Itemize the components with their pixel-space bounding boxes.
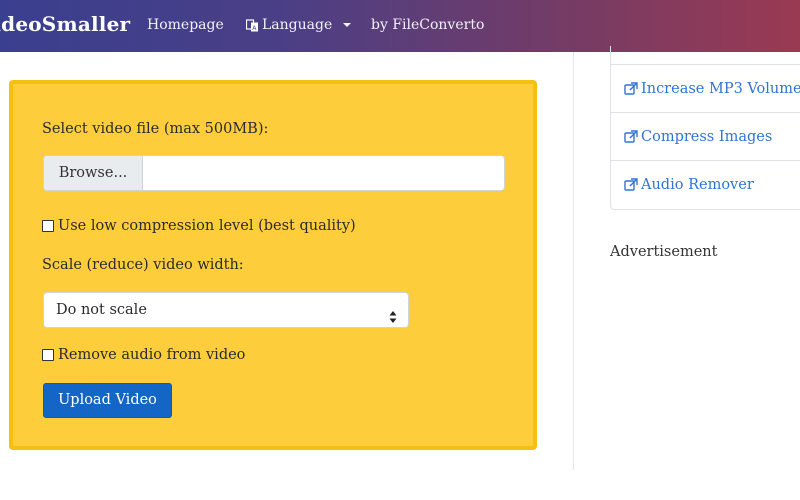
sidebar-item-compress-images[interactable]: Compress Images <box>611 112 800 160</box>
upload-video-button[interactable]: Upload Video <box>43 383 172 418</box>
scale-width-select[interactable]: Do not scale <box>43 292 409 328</box>
nav-language-dropdown[interactable]: A Language <box>245 17 352 33</box>
low-compression-checkbox[interactable] <box>42 220 54 232</box>
video-file-input[interactable]: Browse... <box>43 155 505 191</box>
external-link-icon <box>624 81 638 96</box>
advertisement-label: Advertisement <box>610 244 718 260</box>
external-link-icon <box>624 129 638 144</box>
sidebar-item-label: Increase MP3 Volume <box>641 80 800 97</box>
remove-audio-checkbox[interactable] <box>42 349 54 361</box>
nav-fileconverto-link[interactable]: by FileConverto <box>371 17 484 33</box>
column-divider <box>573 52 574 470</box>
caret-down-icon <box>343 23 352 27</box>
select-updown-icon <box>389 303 397 323</box>
upload-form-card: Select video file (max 500MB): Browse...… <box>9 80 537 450</box>
top-navbar: VideoSmaller Homepage A Language by File… <box>0 0 800 52</box>
brand-logo[interactable]: VideoSmaller <box>0 12 130 36</box>
remove-audio-label: Remove audio from video <box>58 347 246 363</box>
scale-selected-value: Do not scale <box>56 302 147 318</box>
related-tools-list: Increase MP3 Volume Compress Images Audi… <box>610 46 800 210</box>
sidebar-item-increase-mp3-volume[interactable]: Increase MP3 Volume <box>611 64 800 112</box>
nav-homepage-link[interactable]: Homepage <box>147 17 224 33</box>
remove-audio-option[interactable]: Remove audio from video <box>42 347 245 363</box>
file-select-label: Select video file (max 500MB): <box>42 121 269 137</box>
low-compression-label: Use low compression level (best quality) <box>58 218 356 234</box>
sidebar-item-audio-remover[interactable]: Audio Remover <box>611 160 800 208</box>
translate-icon: A <box>245 18 259 32</box>
external-link-icon <box>624 177 638 192</box>
sidebar-item-label: Compress Images <box>641 128 773 145</box>
sidebar-item-label: Audio Remover <box>641 176 754 193</box>
scale-width-label: Scale (reduce) video width: <box>42 257 244 273</box>
browse-button[interactable]: Browse... <box>44 156 143 190</box>
nav-language-label: Language <box>262 17 333 33</box>
low-compression-option[interactable]: Use low compression level (best quality) <box>42 218 356 234</box>
